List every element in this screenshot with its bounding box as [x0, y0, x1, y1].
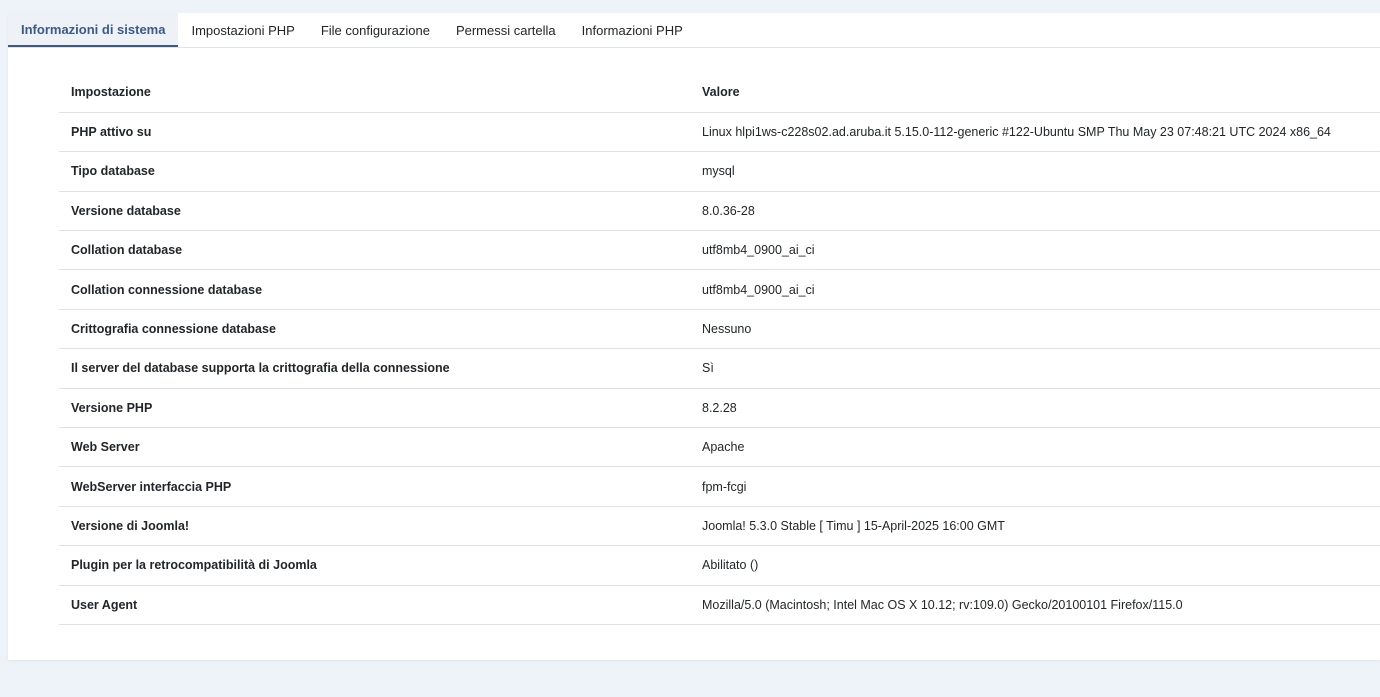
setting-value: utf8mb4_0900_ai_ci [702, 282, 815, 297]
setting-name: PHP attivo su [71, 125, 152, 140]
tab-php-information[interactable]: Informazioni PHP [569, 13, 696, 47]
setting-name: Collation connessione database [71, 282, 263, 297]
setting-name: Collation database [71, 243, 183, 258]
tab-configuration-file[interactable]: File configurazione [308, 13, 443, 47]
tab-system-information[interactable]: Informazioni di sistema [8, 13, 179, 47]
table-row: Il server del database supporta la critt… [59, 349, 1380, 389]
table-row: PHP attivo su Linux hlpi1ws-c228s02.ad.a… [59, 112, 1380, 152]
column-header-setting: Impostazione [71, 85, 151, 100]
table-row: WebServer interfaccia PHP fpm-fcgi [59, 467, 1380, 507]
table-row: Plugin per la retrocompatibilità di Joom… [59, 546, 1380, 586]
setting-value: mysql [702, 164, 735, 179]
table-row: Collation connessione database utf8mb4_0… [59, 270, 1380, 310]
table-row: Collation database utf8mb4_0900_ai_ci [59, 231, 1380, 270]
setting-value: Mozilla/5.0 (Macintosh; Intel Mac OS X 1… [702, 597, 1183, 612]
setting-value: utf8mb4_0900_ai_ci [702, 243, 815, 258]
setting-value: 8.0.36-28 [702, 203, 755, 218]
setting-name: User Agent [71, 597, 138, 612]
table-row: Versione di Joomla! Joomla! 5.3.0 Stable… [59, 506, 1380, 546]
tab-bar: Informazioni di sistema Impostazioni PHP… [8, 13, 1380, 48]
table-row: Crittografia connessione database Nessun… [59, 309, 1380, 349]
table-row: Tipo database mysql [59, 152, 1380, 192]
table-row: Web Server Apache [59, 428, 1380, 467]
tab-folder-permissions[interactable]: Permessi cartella [443, 13, 569, 47]
setting-name: Il server del database supporta la critt… [71, 361, 450, 376]
table-row: Versione PHP 8.2.28 [59, 388, 1380, 428]
table-row: User Agent Mozilla/5.0 (Macintosh; Intel… [59, 585, 1380, 625]
table-header-row: Impostazione Valore [59, 73, 1380, 113]
setting-value: Abilitato () [702, 558, 759, 573]
setting-name: Versione di Joomla! [71, 518, 190, 533]
setting-value: Apache [702, 440, 745, 455]
table-row: Versione database 8.0.36-28 [59, 191, 1380, 231]
setting-value: Linux hlpi1ws-c228s02.ad.aruba.it 5.15.0… [702, 125, 1331, 140]
setting-value: Nessuno [702, 322, 752, 337]
setting-value: fpm-fcgi [702, 479, 747, 494]
setting-name: WebServer interfaccia PHP [71, 479, 232, 494]
column-header-value: Valore [702, 85, 740, 100]
system-info-table-wrapper: Impostazione Valore PHP attivo su Linux … [59, 73, 1380, 625]
setting-value: Joomla! 5.3.0 Stable [ Timu ] 15-April-2… [702, 518, 1005, 533]
setting-name: Versione PHP [71, 400, 153, 415]
setting-name: Tipo database [71, 164, 155, 179]
setting-name: Crittografia connessione database [71, 322, 276, 337]
setting-value: Sì [702, 361, 714, 376]
setting-value: 8.2.28 [702, 400, 737, 415]
system-information-panel: Informazioni di sistema Impostazioni PHP… [8, 13, 1380, 660]
system-info-table: Impostazione Valore PHP attivo su Linux … [59, 73, 1380, 625]
setting-name: Versione database [71, 203, 181, 218]
setting-name: Web Server [71, 440, 140, 455]
setting-name: Plugin per la retrocompatibilità di Joom… [71, 558, 317, 573]
tab-php-settings[interactable]: Impostazioni PHP [178, 13, 307, 47]
